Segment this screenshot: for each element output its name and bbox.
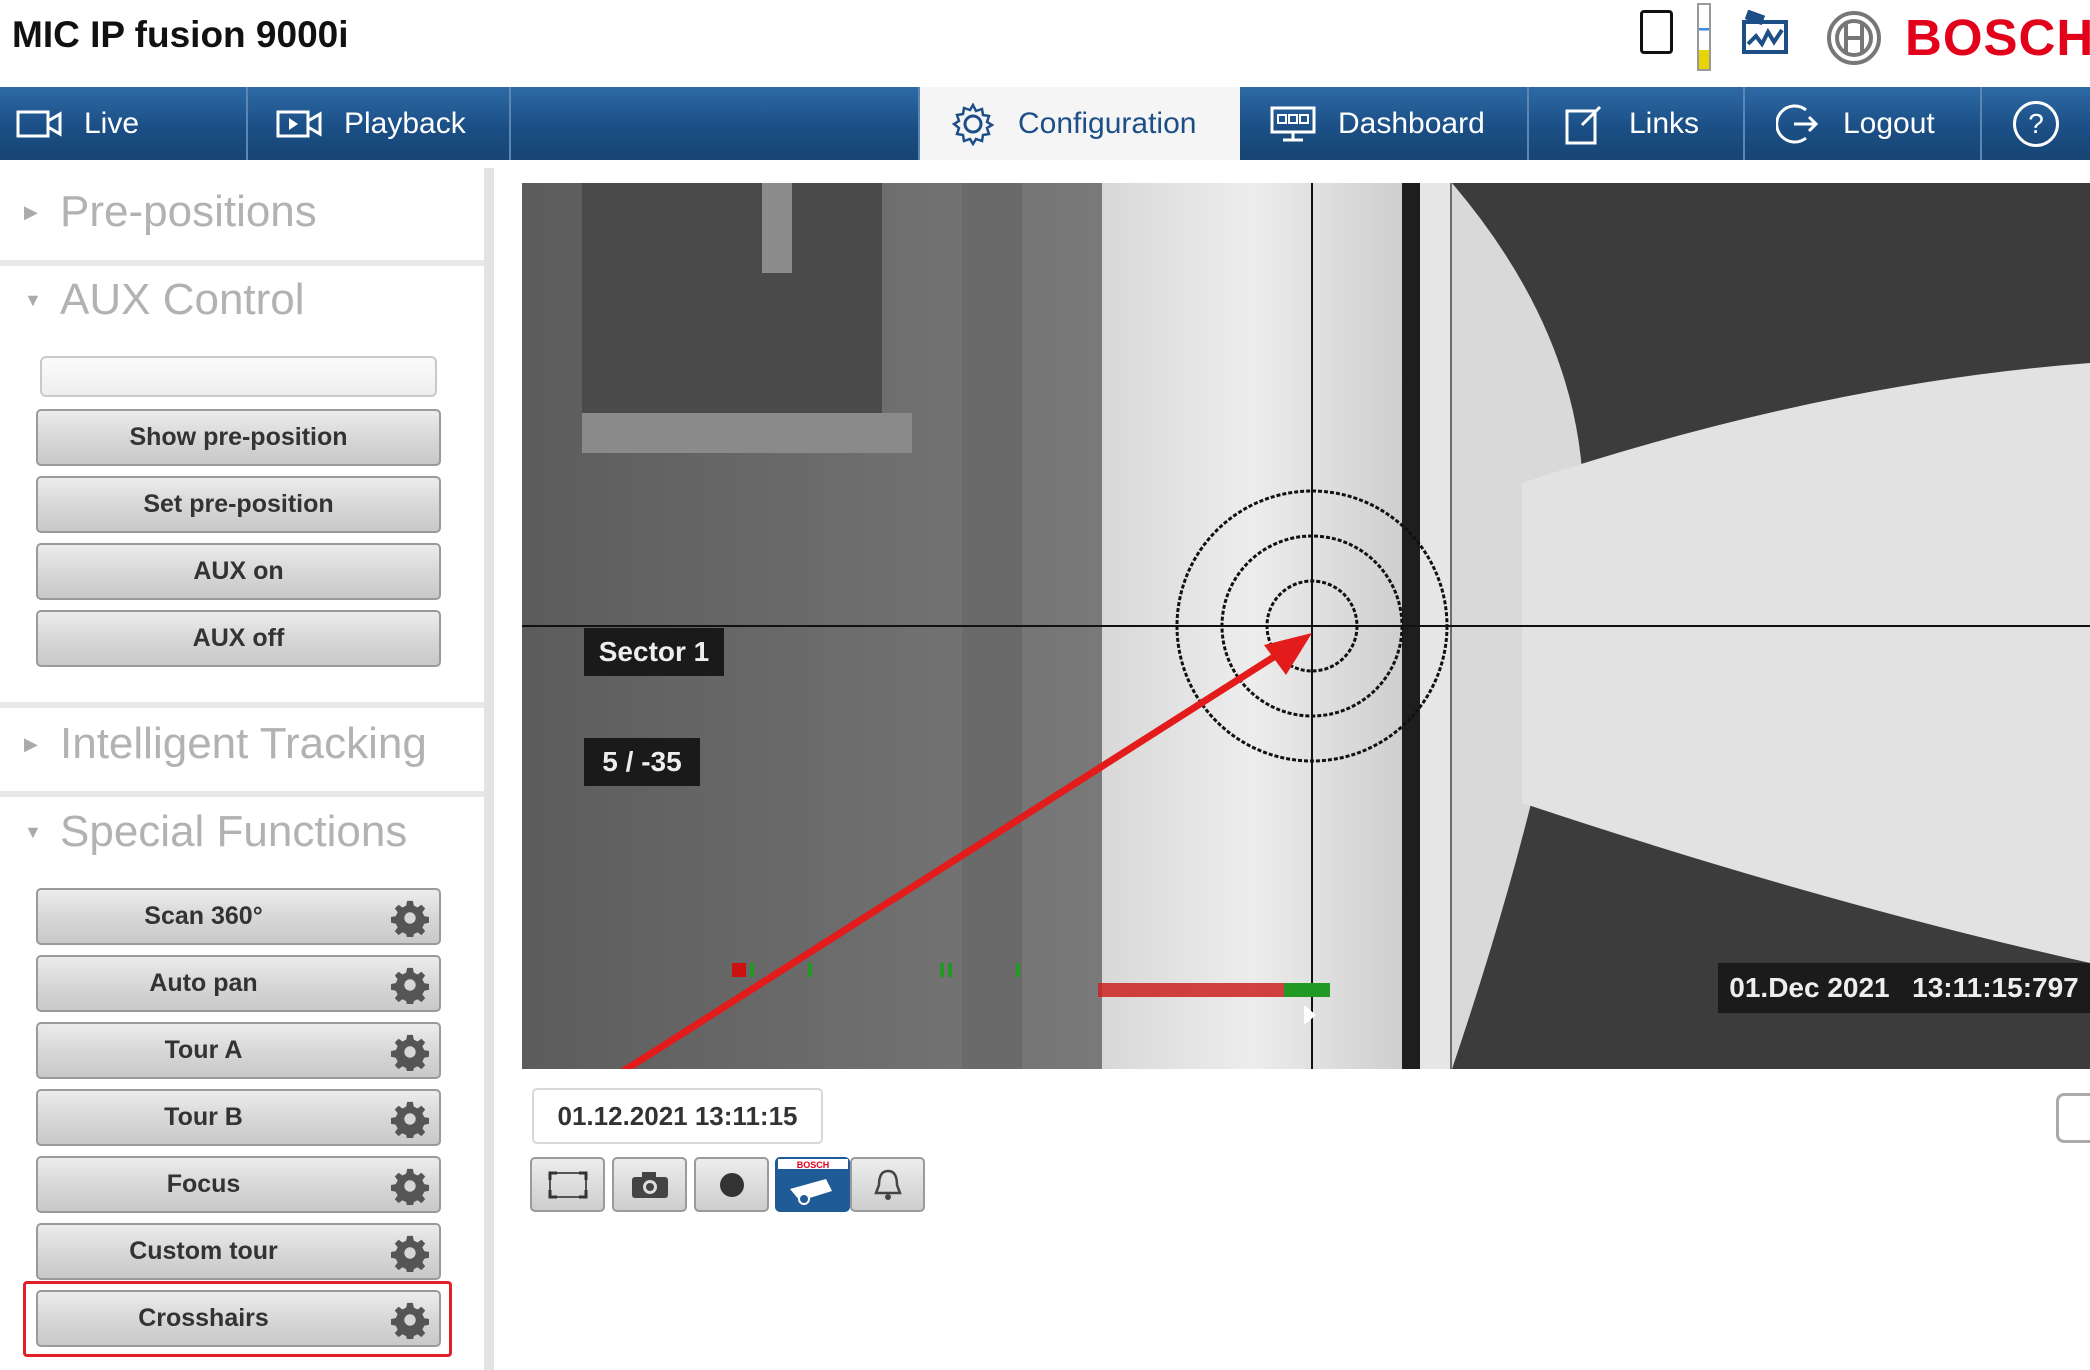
crosshairs-button[interactable]: Crosshairs: [36, 1290, 441, 1347]
section-prepositions[interactable]: ▶ Pre-positions: [0, 184, 484, 240]
expanded-arrow-icon: ▼: [24, 821, 42, 842]
playback-camera-icon: [276, 107, 322, 141]
section-special-functions-label: Special Functions: [60, 807, 408, 856]
tablet-icon[interactable]: [1640, 10, 1673, 54]
gear-icon[interactable]: [391, 1100, 429, 1138]
section-intelligent-tracking[interactable]: ▶ Intelligent Tracking: [0, 716, 484, 772]
auto-pan-button[interactable]: Auto pan: [36, 955, 441, 1012]
logout-icon: [1775, 104, 1821, 143]
nav-logout[interactable]: Logout: [1745, 87, 1982, 160]
nav-dashboard-label: Dashboard: [1338, 106, 1485, 140]
aux-on-button[interactable]: AUX on: [36, 543, 441, 600]
gear-icon[interactable]: [391, 1033, 429, 1071]
ptz-control-button[interactable]: BOSCH: [775, 1157, 850, 1212]
collapsed-arrow-icon: ▶: [24, 733, 38, 754]
tour-b-button[interactable]: Tour B: [36, 1089, 441, 1146]
tour-b-label: Tour B: [164, 1103, 243, 1131]
nav-configuration[interactable]: Configuration: [920, 87, 1240, 160]
sector-label: Sector 1: [584, 628, 724, 676]
alarm-bell-icon: [873, 1169, 902, 1200]
gear-icon[interactable]: [391, 1234, 429, 1272]
gear-icon[interactable]: [391, 899, 429, 937]
main-nav: Live Playback Configuration Dashboard Li…: [0, 87, 2090, 160]
help-glyph: ?: [2028, 107, 2044, 139]
help-icon: ?: [2013, 100, 2059, 147]
scan360-label: Scan 360°: [144, 902, 263, 930]
crosshairs-label: Crosshairs: [138, 1304, 269, 1332]
record-button[interactable]: [694, 1157, 769, 1212]
nav-playback[interactable]: Playback: [248, 87, 511, 160]
dashboard-monitor-icon: [1270, 106, 1316, 141]
tour-a-label: Tour A: [164, 1036, 243, 1064]
section-divider: [0, 791, 484, 797]
aux-off-button[interactable]: AUX off: [36, 610, 441, 667]
custom-tour-label: Custom tour: [129, 1237, 278, 1265]
snapshot-camera-icon: [631, 1171, 668, 1198]
aux-on-label: AUX on: [193, 557, 284, 585]
aux-number-input[interactable]: [40, 356, 437, 397]
video-camera-icon: [16, 107, 62, 141]
nav-help[interactable]: ?: [1982, 87, 2090, 160]
app-title: MIC IP fusion 9000i: [12, 14, 349, 55]
nav-playback-label: Playback: [344, 106, 466, 140]
snapshot-button[interactable]: [612, 1157, 687, 1212]
nav-live[interactable]: Live: [0, 87, 248, 160]
section-aux-control-label: AUX Control: [60, 275, 305, 324]
bosch-armature-icon: [1827, 11, 1881, 65]
section-divider: [0, 702, 484, 708]
sidebar: ▶ Pre-positions ▼ AUX Control Show pre-p…: [0, 168, 494, 1370]
bosch-logo: BOSCH: [1905, 9, 2090, 66]
set-preposition-label: Set pre-position: [143, 490, 334, 518]
aux-off-label: AUX off: [192, 624, 285, 652]
set-preposition-button[interactable]: Set pre-position: [36, 476, 441, 533]
show-preposition-label: Show pre-position: [129, 423, 348, 451]
external-link-icon: [1561, 105, 1607, 144]
current-datetime-display: 01.12.2021 13:11:15: [532, 1088, 823, 1144]
collapsed-arrow-icon: ▶: [24, 201, 38, 222]
nav-spacer: [511, 87, 920, 160]
nav-configuration-label: Configuration: [1018, 106, 1197, 140]
custom-tour-button[interactable]: Custom tour: [36, 1223, 441, 1280]
bosch-ptz-icon: BOSCH: [777, 1158, 848, 1205]
auto-pan-label: Auto pan: [149, 969, 258, 997]
position-label: 5 / -35: [584, 738, 700, 786]
video-overlay-time: 13:11:15:797: [1912, 972, 2079, 1003]
top-header: MIC IP fusion 9000i BOSCH: [0, 0, 2090, 87]
section-special-functions[interactable]: ▼ Special Functions: [0, 804, 484, 860]
expanded-arrow-icon: ▼: [24, 289, 42, 310]
section-aux-control[interactable]: ▼ AUX Control: [0, 272, 484, 328]
camera-monitor-icon[interactable]: [1742, 10, 1788, 56]
fullscreen-button[interactable]: [530, 1157, 605, 1212]
nav-links-label: Links: [1629, 106, 1700, 140]
section-divider: [0, 260, 484, 266]
live-video-view[interactable]: Sector 1 5 / -35 01.Dec 2021 13:11:15:79…: [522, 183, 2090, 1069]
battery-level-icon: [1697, 3, 1711, 71]
show-preposition-button[interactable]: Show pre-position: [36, 409, 441, 466]
alarm-button[interactable]: [850, 1157, 925, 1212]
scan360-button[interactable]: Scan 360°: [36, 888, 441, 945]
focus-label: Focus: [166, 1170, 241, 1198]
nav-logout-label: Logout: [1843, 106, 1935, 140]
tour-a-button[interactable]: Tour A: [36, 1022, 441, 1079]
video-overlay-date: 01.Dec 2021: [1729, 972, 1890, 1003]
gear-icon[interactable]: [391, 1301, 429, 1339]
record-icon: [719, 1172, 744, 1197]
video-timestamp-overlay: 01.Dec 2021 13:11:15:797: [1718, 963, 2090, 1013]
fullscreen-icon: [548, 1171, 587, 1198]
gear-icon[interactable]: [391, 966, 429, 1004]
nav-live-label: Live: [84, 106, 140, 140]
section-intelligent-tracking-label: Intelligent Tracking: [60, 719, 427, 768]
section-prepositions-label: Pre-positions: [60, 187, 317, 236]
nav-dashboard[interactable]: Dashboard: [1240, 87, 1529, 160]
focus-button[interactable]: Focus: [36, 1156, 441, 1213]
nav-links[interactable]: Links: [1529, 87, 1745, 160]
bosch-badge-text: BOSCH: [796, 1160, 829, 1170]
panel-toggle-icon[interactable]: [2056, 1093, 2090, 1143]
gear-outline-icon: [950, 101, 996, 146]
gear-icon[interactable]: [391, 1167, 429, 1205]
video-scene: [522, 183, 2090, 1069]
